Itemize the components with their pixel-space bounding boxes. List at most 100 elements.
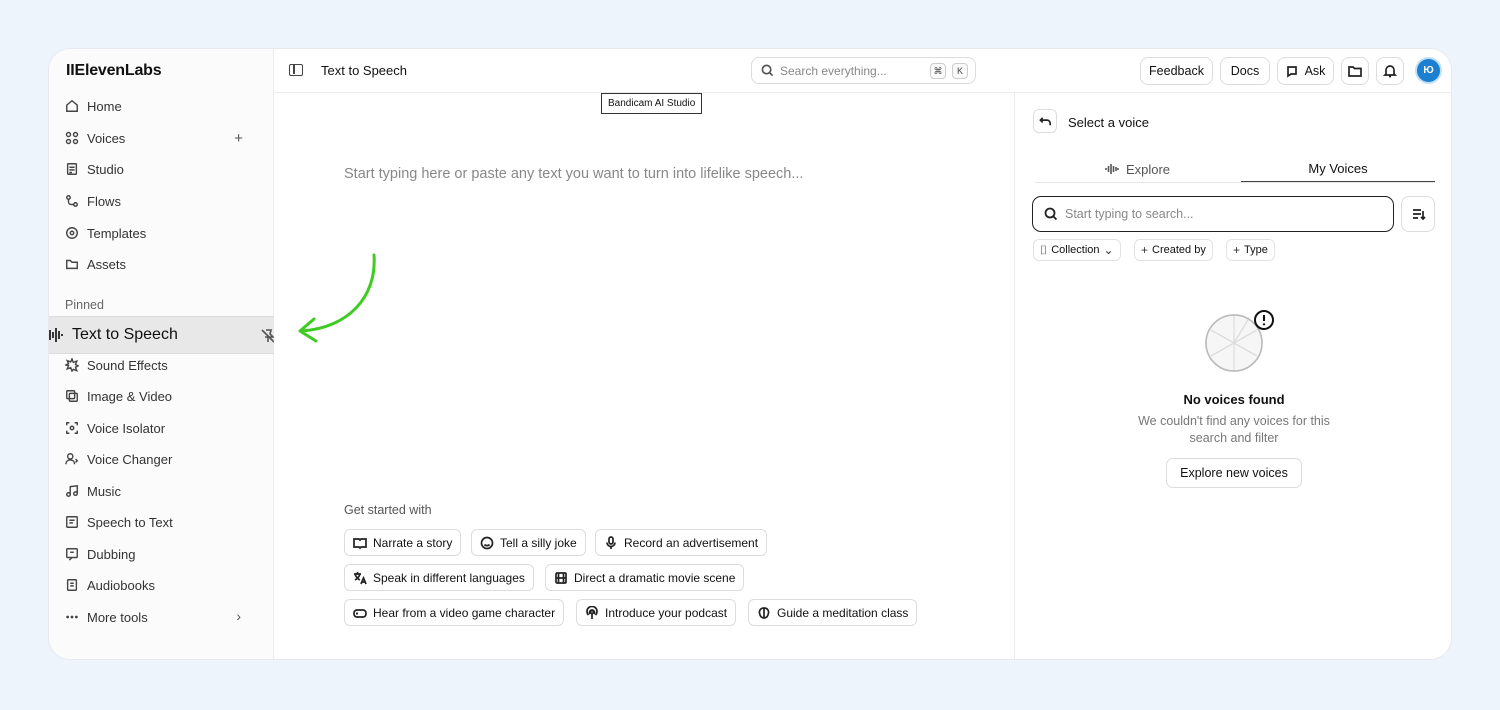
suggestion-label: Narrate a story: [373, 535, 453, 550]
filter-type[interactable]: + Type: [1226, 239, 1275, 261]
brain-icon: [757, 606, 771, 620]
shortcut-cmd-key: ⌘: [930, 63, 946, 79]
sort-button[interactable]: [1401, 196, 1435, 232]
music-icon: [65, 484, 79, 498]
sidebar-item-flows[interactable]: Flows: [65, 188, 261, 214]
suggestion-narrate-story[interactable]: Narrate a story: [344, 529, 462, 556]
pinned-section-label: Pinned: [65, 298, 104, 312]
voice-panel: Select a voice Explore My Voices Start t…: [1015, 93, 1451, 659]
back-button[interactable]: [1033, 109, 1057, 133]
sidebar-item-label: Home: [87, 98, 122, 114]
feedback-button[interactable]: Feedback: [1140, 57, 1213, 85]
sidebar-item-dubbing[interactable]: Dubbing: [65, 541, 261, 567]
suggestion-advertisement[interactable]: Record an advertisement: [595, 529, 768, 556]
add-voice-button[interactable]: +: [234, 130, 243, 147]
suggestion-label: Hear from a video game character: [373, 605, 556, 620]
empty-sphere-icon: [1205, 310, 1274, 372]
sidebar: IIElevenLabs Home Voices + Studio Flows …: [49, 49, 287, 659]
editor-placeholder[interactable]: Start typing here or paste any text you …: [344, 166, 803, 182]
sidebar-item-voice-isolator[interactable]: Voice Isolator: [65, 415, 261, 441]
suggestion-label: Tell a silly joke: [500, 535, 577, 550]
ask-icon: [1286, 64, 1300, 78]
sidebar-item-audiobooks[interactable]: Audiobooks: [65, 572, 261, 598]
tab-explore[interactable]: Explore: [1035, 155, 1240, 183]
bell-icon: [1383, 64, 1397, 78]
sidebar-item-more-tools[interactable]: More tools ›: [65, 604, 261, 630]
filter-created-by[interactable]: + Created by: [1134, 239, 1213, 261]
voice-search-input[interactable]: Start typing to search...: [1032, 196, 1394, 232]
sidebar-item-studio[interactable]: Studio: [65, 156, 261, 182]
avatar[interactable]: Ю: [1415, 57, 1442, 84]
podcast-icon: [585, 605, 599, 620]
sidebar-item-label: Studio: [87, 161, 124, 177]
sidebar-item-label: Voice Isolator: [87, 420, 166, 436]
ask-button[interactable]: Ask: [1277, 57, 1334, 85]
filter-label: Created by: [1152, 244, 1206, 256]
sidebar-item-voices[interactable]: Voices +: [65, 125, 261, 151]
waveform-icon: [49, 326, 63, 344]
sidebar-item-sound-effects[interactable]: Sound Effects: [65, 352, 261, 378]
empty-state-title: No voices found: [1183, 392, 1285, 407]
sidebar-item-home[interactable]: Home: [65, 93, 261, 119]
dubbing-icon: [65, 547, 79, 561]
speech-to-text-icon: [65, 515, 79, 529]
sidebar-item-speech-to-text[interactable]: Speech to Text: [65, 509, 261, 535]
page-title: Text to Speech: [321, 63, 407, 78]
image-video-icon: [65, 389, 79, 403]
sidebar-item-label: Assets: [87, 256, 127, 272]
sidebar-item-voice-changer[interactable]: Voice Changer: [65, 446, 261, 472]
sidebar-item-label: Dubbing: [87, 546, 136, 562]
annotation-arrow-icon: [298, 253, 376, 343]
tab-label: Explore: [1125, 161, 1171, 177]
sidebar-item-text-to-speech[interactable]: Text to Speech: [49, 316, 287, 354]
filter-label: Type: [1244, 244, 1268, 256]
suggestion-languages[interactable]: Speak in different languages: [344, 564, 534, 591]
gamepad-icon: [353, 606, 367, 620]
suggestion-label: Direct a dramatic movie scene: [574, 570, 736, 585]
suggestion-label: Guide a meditation class: [777, 605, 909, 620]
get-started-label: Get started with: [344, 503, 432, 517]
toggle-sidebar-icon[interactable]: [289, 64, 303, 76]
chevron-down-icon: ⌄: [1103, 243, 1114, 257]
folder-icon: [1348, 64, 1362, 78]
app-logo[interactable]: IIElevenLabs: [66, 62, 162, 80]
bookmark-icon: ⌷: [1040, 242, 1048, 257]
docs-button[interactable]: Docs: [1220, 57, 1270, 85]
sidebar-item-music[interactable]: Music: [65, 478, 261, 504]
tab-my-voices[interactable]: My Voices: [1241, 155, 1435, 183]
sidebar-item-label: Sound Effects: [87, 357, 168, 373]
sidebar-item-label: Audiobooks: [87, 577, 155, 593]
suggestion-label: Speak in different languages: [373, 570, 525, 585]
search-icon: [1044, 207, 1058, 221]
sidebar-item-label: Templates: [87, 225, 147, 241]
undo-arrow-icon: [1038, 115, 1052, 128]
tab-label: My Voices: [1308, 160, 1368, 176]
sidebar-item-label: Flows: [87, 193, 121, 209]
explore-new-voices-button[interactable]: Explore new voices: [1166, 458, 1302, 488]
suggestion-video-game[interactable]: Hear from a video game character: [344, 599, 565, 626]
filter-label: Collection: [1051, 244, 1100, 256]
suggestion-label: Introduce your podcast: [605, 605, 728, 620]
text-editor-area[interactable]: Bandicam AI Studio Start typing here or …: [274, 93, 1015, 659]
suggestion-podcast[interactable]: Introduce your podcast: [576, 599, 737, 626]
notifications-button[interactable]: [1376, 57, 1404, 85]
suggestion-silly-joke[interactable]: Tell a silly joke: [471, 529, 586, 556]
sidebar-item-image-video[interactable]: Image & Video: [65, 383, 261, 409]
global-search-input[interactable]: Search everything... ⌘ K: [751, 57, 976, 84]
shortcut-k-key: K: [952, 63, 968, 79]
audiobooks-icon: [65, 578, 79, 592]
filter-collection[interactable]: ⌷ Collection ⌄: [1033, 239, 1121, 261]
suggestion-meditation[interactable]: Guide a meditation class: [748, 599, 918, 626]
sidebar-item-label: More tools: [87, 609, 148, 625]
sidebar-item-label: Voice Changer: [87, 451, 173, 467]
sidebar-item-templates[interactable]: Templates: [65, 220, 261, 246]
suggestion-movie-scene[interactable]: Direct a dramatic movie scene: [545, 564, 745, 591]
book-icon: [353, 536, 367, 550]
app-window: IIElevenLabs Home Voices + Studio Flows …: [48, 48, 1452, 660]
translate-icon: [353, 571, 367, 585]
sidebar-item-label: Speech to Text: [87, 514, 173, 530]
files-button[interactable]: [1341, 57, 1369, 85]
plus-icon: +: [1141, 243, 1149, 257]
tab-divider: [1035, 182, 1435, 183]
sidebar-item-assets[interactable]: Assets: [65, 251, 261, 277]
